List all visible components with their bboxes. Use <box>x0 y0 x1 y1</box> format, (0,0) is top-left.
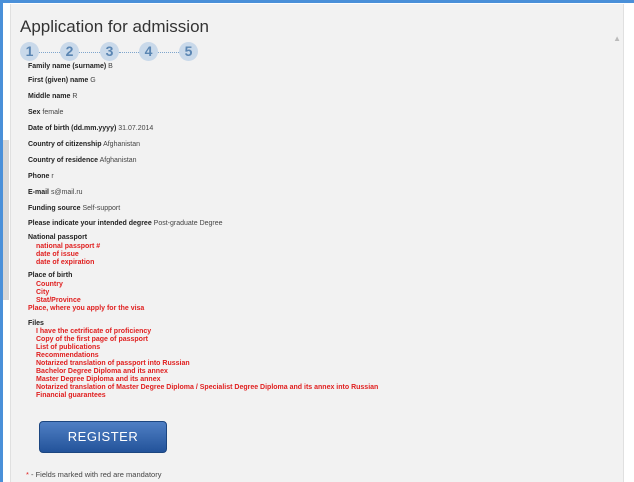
scroll-up-icon[interactable]: ▲ <box>613 34 621 43</box>
footnote-text: - Fields marked with red are mandatory <box>28 470 162 479</box>
step-connector <box>119 52 139 53</box>
passport-heading: National passport <box>28 234 88 241</box>
field-row: Sex female <box>28 108 63 117</box>
step-indicator: 1 2 3 4 5 <box>20 42 250 62</box>
field-label: First (given) name <box>28 77 89 84</box>
passport-expiration-link[interactable]: date of expiration <box>36 258 94 267</box>
field-label: Country of residence <box>28 157 99 164</box>
step-4[interactable]: 4 <box>139 42 158 61</box>
field-label: Date of birth (dd.mm.yyyy) <box>28 125 117 132</box>
file-link[interactable]: Financial guarantees <box>36 391 106 400</box>
field-row: First (given) name G <box>28 76 96 85</box>
field-row: Phone r <box>28 172 54 181</box>
step-5[interactable]: 5 <box>179 42 198 61</box>
field-value: Afghanistan <box>99 157 137 164</box>
page-title: Application for admission <box>20 17 209 36</box>
field-label: Country of citizenship <box>28 141 102 148</box>
field-row: E-mail s@mail.ru <box>28 188 83 197</box>
field-label: Please indicate your intended degree <box>28 220 152 227</box>
field-row: Middle name R <box>28 92 77 101</box>
side-strip <box>3 140 9 300</box>
field-row: Country of residence Afghanistan <box>28 156 137 165</box>
field-value: Post-graduate Degree <box>153 220 223 227</box>
field-value: Afghanistan <box>103 141 141 148</box>
field-row: Country of citizenship Afghanistan <box>28 140 140 149</box>
field-row: Date of birth (dd.mm.yyyy) 31.07.2014 <box>28 124 153 133</box>
field-row: Family name (surname) B <box>28 62 113 71</box>
birth-place-heading: Place of birth <box>28 272 73 279</box>
register-button[interactable]: REGISTER <box>39 421 167 453</box>
field-row: Funding source Self-support <box>28 204 120 213</box>
field-value: B <box>108 63 113 70</box>
field-label: E-mail <box>28 189 50 196</box>
window-top-border <box>0 0 634 3</box>
field-label: Phone <box>28 173 50 180</box>
step-3[interactable]: 3 <box>100 42 119 61</box>
field-row: Please indicate your intended degree Pos… <box>28 219 223 228</box>
field-value: R <box>72 93 78 100</box>
field-label: Family name (surname) <box>28 63 107 70</box>
step-connector <box>79 52 100 53</box>
step-1[interactable]: 1 <box>20 42 39 61</box>
field-value: s@mail.ru <box>50 189 83 196</box>
step-2[interactable]: 2 <box>60 42 79 61</box>
field-value: female <box>42 109 64 116</box>
field-label: Middle name <box>28 93 71 100</box>
form-panel: ▲ <box>10 4 624 482</box>
field-value: r <box>51 173 54 180</box>
field-value: G <box>90 77 96 84</box>
field-label: Funding source <box>28 205 81 212</box>
step-connector <box>39 52 60 53</box>
visa-place-link[interactable]: Place, where you apply for the visa <box>28 304 144 313</box>
field-value: Self-support <box>82 205 121 212</box>
mandatory-footnote: * - Fields marked with red are mandatory <box>26 470 161 479</box>
field-value: 31.07.2014 <box>118 125 154 132</box>
field-label: Sex <box>28 109 41 116</box>
step-connector <box>158 52 179 53</box>
